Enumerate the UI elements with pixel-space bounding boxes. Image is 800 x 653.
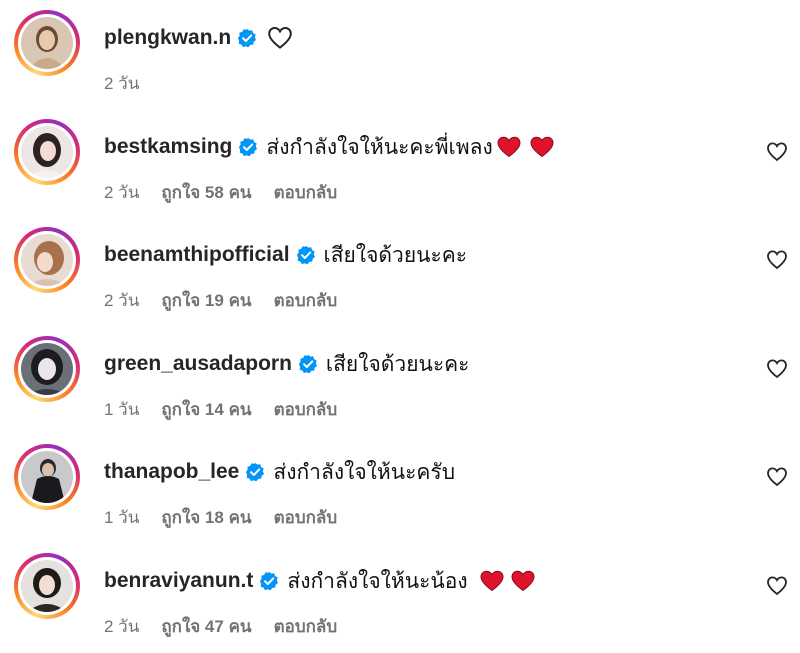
verified-badge-icon	[245, 462, 265, 482]
reply-button[interactable]: ตอบกลับ	[274, 396, 338, 423]
avatar[interactable]	[14, 119, 80, 185]
heart-outline-icon[interactable]	[267, 26, 293, 50]
comment-item: thanapob_lee ส่งกำลังใจให้นะครับ 1 วัน ถ…	[14, 444, 794, 544]
avatar[interactable]	[14, 444, 80, 510]
verified-badge-icon	[238, 137, 258, 157]
reply-button[interactable]: ตอบกลับ	[274, 504, 338, 531]
red-heart-icon	[480, 570, 504, 592]
username[interactable]: green_ausadaporn	[104, 352, 292, 376]
comment-time: 1 วัน	[104, 508, 140, 527]
likes-count[interactable]: ถูกใจ 19 คน	[161, 287, 251, 314]
like-heart-icon[interactable]	[766, 249, 788, 271]
avatar[interactable]	[14, 553, 80, 619]
emoji-hearts	[497, 136, 557, 158]
comment-item: bestkamsing ส่งกำลังใจให้นะคะพี่เพลง 2 ว…	[14, 119, 794, 219]
likes-count[interactable]: ถูกใจ 14 คน	[161, 396, 251, 423]
red-heart-icon	[530, 136, 554, 158]
comment-text: ส่งกำลังใจให้นะน้อง	[287, 569, 468, 593]
verified-badge-icon	[237, 28, 257, 48]
likes-count[interactable]: ถูกใจ 58 คน	[161, 179, 251, 206]
caption-row: plengkwan.n 2 วัน	[14, 10, 794, 110]
username[interactable]: beenamthipofficial	[104, 243, 290, 267]
comment-text: ส่งกำลังใจให้นะคะพี่เพลง	[266, 135, 493, 159]
reply-button[interactable]: ตอบกลับ	[274, 613, 338, 640]
username[interactable]: benraviyanun.t	[104, 569, 253, 593]
emoji-hearts	[480, 570, 538, 592]
comment-time: 1 วัน	[104, 400, 140, 419]
username[interactable]: bestkamsing	[104, 135, 232, 159]
comment-time: 2 วัน	[104, 617, 140, 636]
comment-time: 2 วัน	[104, 74, 140, 93]
comment-time: 2 วัน	[104, 291, 140, 310]
like-heart-icon[interactable]	[766, 466, 788, 488]
username[interactable]: plengkwan.n	[104, 26, 231, 50]
username[interactable]: thanapob_lee	[104, 460, 239, 484]
like-heart-icon[interactable]	[766, 141, 788, 163]
like-heart-icon[interactable]	[766, 358, 788, 380]
comment-item: benraviyanun.t ส่งกำลังใจให้นะน้อง 2 วัน…	[14, 553, 794, 653]
comment-item: green_ausadaporn เสียใจด้วยนะคะ 1 วัน ถู…	[14, 336, 794, 436]
comment-text: เสียใจด้วยนะคะ	[325, 352, 470, 376]
comment-text: ส่งกำลังใจให้นะครับ	[273, 460, 456, 484]
red-heart-icon	[497, 136, 521, 158]
verified-badge-icon	[259, 571, 279, 591]
likes-count[interactable]: ถูกใจ 47 คน	[161, 613, 251, 640]
comment-text: เสียใจด้วยนะคะ	[323, 243, 468, 267]
verified-badge-icon	[296, 245, 316, 265]
comment-item: beenamthipofficial เสียใจด้วยนะคะ 2 วัน …	[14, 227, 794, 327]
like-heart-icon[interactable]	[766, 575, 788, 597]
reply-button[interactable]: ตอบกลับ	[274, 287, 338, 314]
avatar[interactable]	[14, 336, 80, 402]
reply-button[interactable]: ตอบกลับ	[274, 179, 338, 206]
verified-badge-icon	[298, 354, 318, 374]
avatar[interactable]	[14, 10, 80, 76]
avatar[interactable]	[14, 227, 80, 293]
red-heart-icon	[511, 570, 535, 592]
comment-time: 2 วัน	[104, 183, 140, 202]
likes-count[interactable]: ถูกใจ 18 คน	[161, 504, 251, 531]
